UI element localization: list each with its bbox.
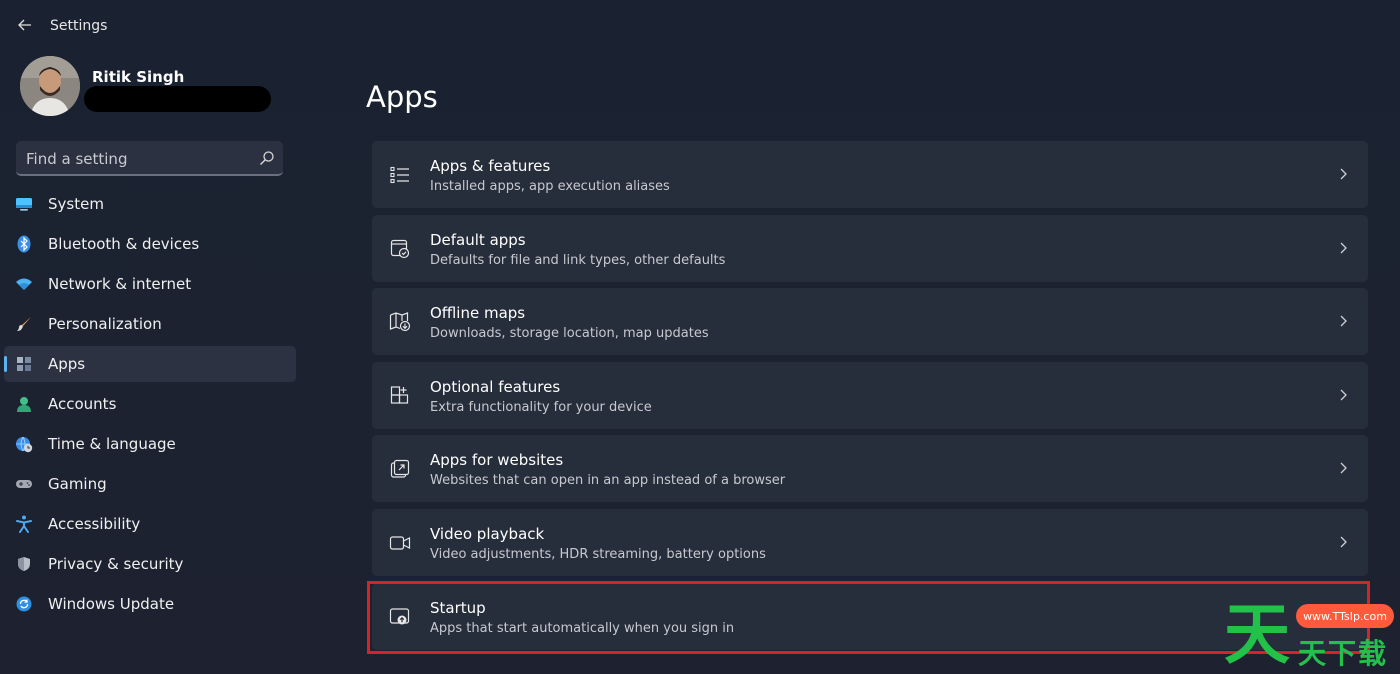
sidebar-item-label: System [48,195,104,213]
card-optional-features[interactable]: Optional features Extra functionality fo… [372,361,1368,429]
sidebar-item-label: Bluetooth & devices [48,235,200,253]
card-apps-for-websites[interactable]: Apps for websites Websites that can open… [372,435,1368,503]
card-subtitle: Extra functionality for your device [430,399,652,415]
redacted-email [84,86,271,112]
sidebar-item-label: Windows Update [48,595,175,613]
sidebar-item-label: Network & internet [48,275,192,293]
sidebar-item-gaming[interactable]: Gaming [4,466,296,502]
back-button[interactable] [14,14,36,36]
default-apps-icon [388,237,412,261]
monitor-icon [15,195,33,213]
startup-icon [388,605,412,629]
card-subtitle: Video adjustments, HDR streaming, batter… [430,546,766,562]
user-profile[interactable]: Ritik Singh [20,56,310,116]
chevron-right-icon [1340,389,1347,401]
title-bar: Settings [0,0,320,52]
chevron-right-icon [1340,536,1347,548]
sidebar-item-label: Apps [48,355,86,373]
sidebar-item-time-language[interactable]: Time & language [4,426,296,462]
sidebar-item-privacy-security[interactable]: Privacy & security [4,546,296,582]
sidebar-nav: System Bluetooth & devices Network & int… [4,186,296,626]
card-subtitle: Websites that can open in an app instead… [430,473,786,489]
sidebar-item-label: Time & language [48,435,176,453]
settings-card-list: Apps & features Installed apps, app exec… [372,141,1368,656]
card-title: Default apps [430,230,526,249]
add-feature-icon [388,384,412,408]
search-input[interactable]: Find a setting [16,141,283,176]
search-placeholder: Find a setting [26,150,128,168]
sidebar-item-label: Accessibility [48,515,141,533]
sidebar-item-label: Gaming [48,475,107,493]
card-title: Video playback [430,524,545,543]
sidebar-item-accounts[interactable]: Accounts [4,386,296,422]
sidebar-item-label: Accounts [48,395,117,413]
page-title: Apps [366,80,438,114]
brush-icon [15,315,33,333]
map-download-icon [388,310,412,334]
accessibility-icon [15,515,33,533]
update-icon [15,595,33,613]
search-icon[interactable] [259,150,275,166]
card-title: Offline maps [430,304,526,323]
sidebar-item-label: Privacy & security [48,555,184,573]
sidebar-item-accessibility[interactable]: Accessibility [4,506,296,542]
sidebar-item-windows-update[interactable]: Windows Update [4,586,296,622]
card-default-apps[interactable]: Default apps Defaults for file and link … [372,214,1368,282]
sidebar-item-system[interactable]: System [4,186,296,222]
sidebar-item-label: Personalization [48,315,162,333]
chevron-right-icon [1340,242,1347,254]
wifi-icon [15,275,33,293]
back-arrow-icon [18,19,31,31]
shield-icon [15,555,33,573]
sidebar-item-apps[interactable]: Apps [4,346,296,382]
card-video-playback[interactable]: Video playback Video adjustments, HDR st… [372,508,1368,576]
card-title: Startup [430,598,486,617]
card-startup[interactable]: Startup Apps that start automatically wh… [372,582,1368,650]
card-title: Apps & features [430,157,551,175]
chevron-right-icon [1340,315,1347,327]
gamepad-icon [15,475,33,493]
card-apps-features[interactable]: Apps & features Installed apps, app exec… [372,141,1368,208]
person-icon [15,395,33,413]
sidebar-item-personalization[interactable]: Personalization [4,306,296,342]
app-title: Settings [50,18,108,34]
sidebar-item-network[interactable]: Network & internet [4,266,296,302]
sidebar-item-bluetooth[interactable]: Bluetooth & devices [4,226,296,262]
apps-icon [15,355,33,373]
list-icon [388,163,412,187]
card-title: Apps for websites [430,451,564,470]
chevron-right-icon [1340,168,1347,180]
video-icon [388,531,412,555]
open-in-app-icon [388,457,412,481]
globe-clock-icon [15,435,33,453]
avatar[interactable] [20,56,80,116]
card-title: Optional features [430,377,561,396]
card-subtitle: Apps that start automatically when you s… [430,620,735,636]
chevron-right-icon [1340,462,1347,474]
card-subtitle: Installed apps, app execution aliases [430,179,670,194]
card-subtitle: Downloads, storage location, map updates [430,326,709,342]
card-subtitle: Defaults for file and link types, other … [430,252,726,268]
bluetooth-icon [15,235,33,253]
card-offline-maps[interactable]: Offline maps Downloads, storage location… [372,288,1368,356]
user-name: Ritik Singh [92,68,185,86]
